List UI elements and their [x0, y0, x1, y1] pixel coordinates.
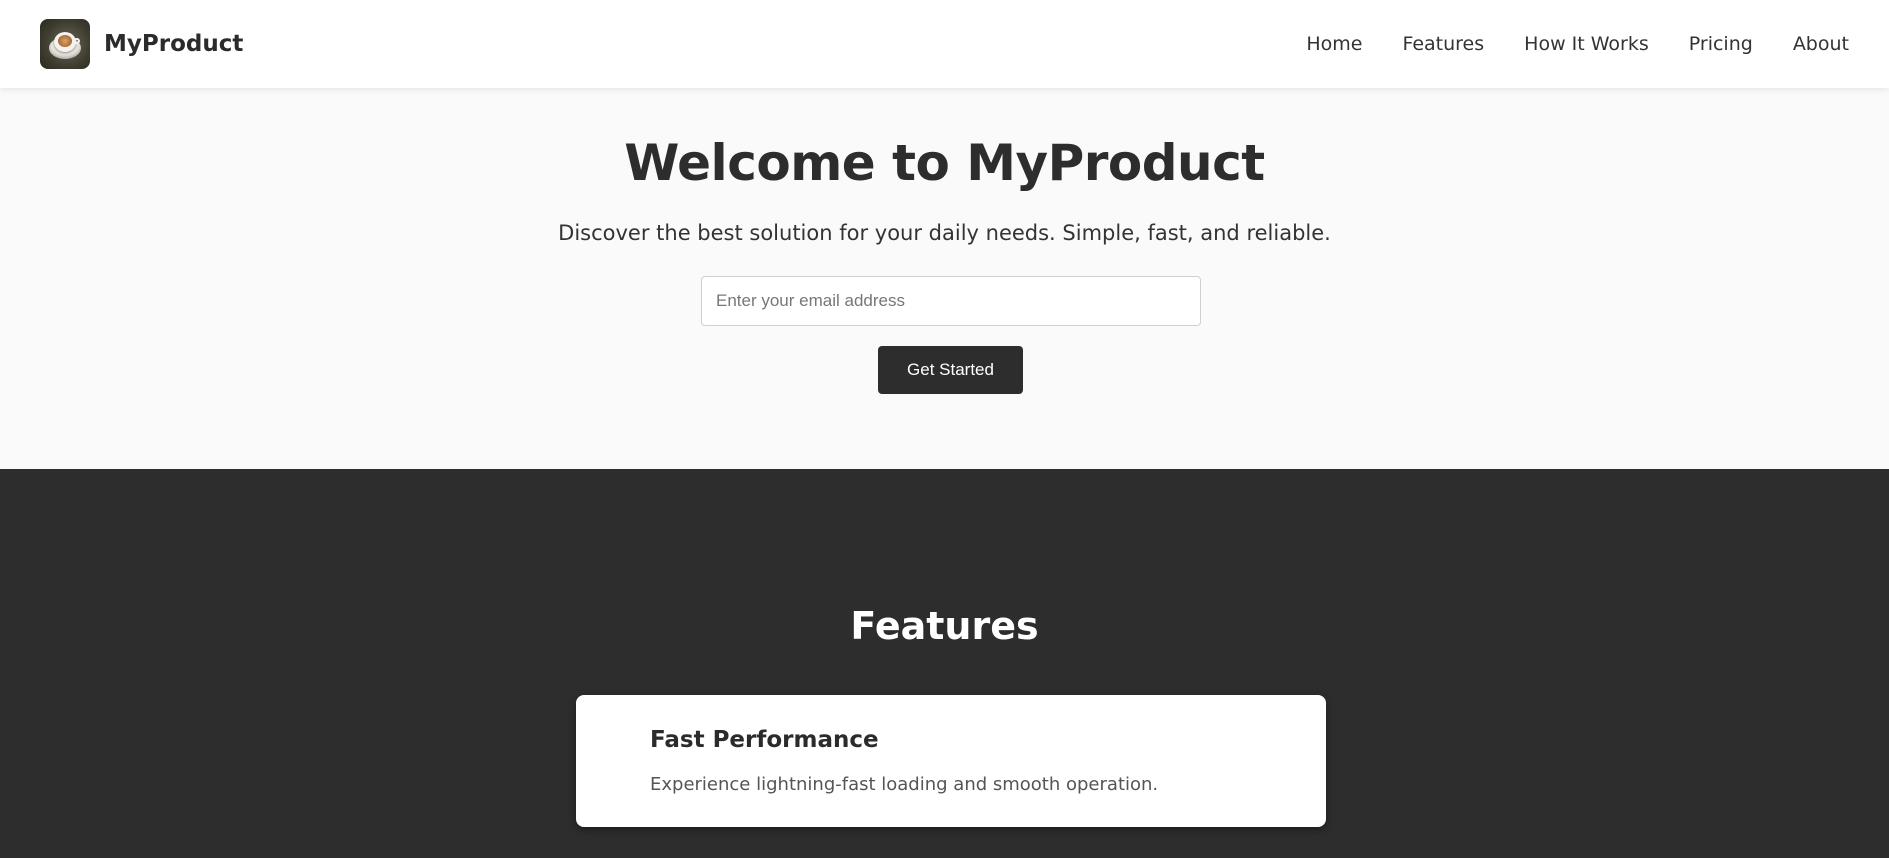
email-input[interactable] — [701, 276, 1201, 326]
feature-card-description: Experience lightning-fast loading and sm… — [650, 774, 1159, 795]
feature-card: Fast Performance Experience lightning-fa… — [576, 695, 1326, 827]
feature-card-title: Fast Performance — [650, 727, 879, 753]
nav-links: Home Features How It Works Pricing About — [1266, 33, 1849, 55]
nav-link-features[interactable]: Features — [1402, 33, 1484, 55]
nav-link-how-it-works[interactable]: How It Works — [1524, 33, 1649, 55]
nav-link-home[interactable]: Home — [1306, 33, 1362, 55]
features-title: Features — [850, 604, 1039, 648]
hero-subtitle: Discover the best solution for your dail… — [558, 221, 1331, 245]
get-started-button[interactable]: Get Started — [878, 346, 1023, 394]
navbar: MyProduct Home Features How It Works Pri… — [0, 0, 1889, 88]
nav-link-about[interactable]: About — [1793, 33, 1849, 55]
features-section: Features Fast Performance Experience lig… — [0, 469, 1889, 858]
coffee-cup-icon[interactable] — [40, 19, 90, 69]
hero-section: Welcome to MyProduct Discover the best s… — [0, 88, 1889, 469]
nav-link-pricing[interactable]: Pricing — [1689, 33, 1753, 55]
brand-name[interactable]: MyProduct — [104, 31, 243, 57]
hero-title: Welcome to MyProduct — [624, 134, 1265, 192]
